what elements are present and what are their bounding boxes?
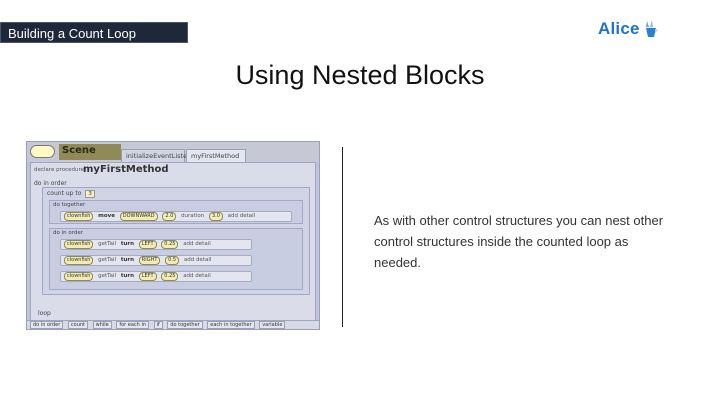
palette-tile[interactable]: count — [67, 321, 89, 329]
control-palette: do in order count while for each in if d… — [27, 320, 319, 329]
method-name: myFirstMethod — [83, 164, 169, 175]
slide-body-text: As with other control structures you can… — [374, 213, 664, 270]
scene-label: Scene — [59, 144, 121, 160]
duration-label: duration — [181, 213, 205, 219]
object-chip: clownfish — [64, 240, 94, 249]
bunny-icon — [645, 20, 658, 37]
palette-tile[interactable]: do together — [167, 321, 203, 329]
turn-statement[interactable]: clownfish getTail turn LEFT 0.25 add det… — [60, 239, 252, 250]
direction-chip[interactable]: DOWNWARD — [119, 212, 158, 221]
move-statement[interactable]: clownfish move DOWNWARD 2.0 duration 3.0… — [60, 211, 292, 222]
amount-chip[interactable]: 0.5 — [165, 256, 180, 265]
direction-chip[interactable]: LEFT — [138, 240, 157, 249]
count-up-to-label: count up to 3 — [47, 190, 95, 198]
getter: getTail — [98, 241, 117, 247]
amount-chip[interactable]: 0.25 — [161, 240, 179, 249]
count-loop-block[interactable]: count up to 3 do together clownfish move… — [42, 187, 310, 295]
amount-chip[interactable]: 0.25 — [161, 272, 179, 281]
scene-selector-button[interactable] — [30, 145, 55, 158]
inner-do-in-order-block[interactable]: do in order clownfish getTail turn LEFT … — [49, 228, 303, 290]
turn-statement[interactable]: clownfish getTail turn RIGHT 0.5 add det… — [60, 255, 252, 266]
do-together-block[interactable]: do together clownfish move DOWNWARD 2.0 … — [49, 200, 303, 224]
turn-statement[interactable]: clownfish getTail turn LEFT 0.25 add det… — [60, 271, 252, 282]
tab-my-first-method[interactable]: myFirstMethod — [186, 149, 246, 162]
add-detail-button[interactable]: add detail — [228, 212, 256, 221]
verb: turn — [120, 273, 134, 279]
palette-tile[interactable]: for each in — [116, 321, 149, 329]
count-keyword: count up to — [47, 190, 82, 197]
inner-do-in-order-label: do in order — [53, 230, 84, 236]
direction-chip[interactable]: LEFT — [138, 272, 157, 281]
verb: turn — [120, 241, 134, 247]
do-together-label: do together — [53, 202, 86, 208]
palette-tile[interactable]: variable — [259, 321, 286, 329]
loop-label: loop — [38, 310, 51, 317]
add-detail-button[interactable]: add detail — [183, 272, 211, 281]
getter: getTail — [98, 273, 117, 279]
alice-logo: Alice — [598, 18, 659, 40]
add-detail-button[interactable]: add detail — [184, 256, 212, 265]
object-chip: clownfish — [64, 212, 94, 221]
palette-tile[interactable]: each in together — [207, 321, 255, 329]
getter: getTail — [98, 257, 117, 263]
direction-chip[interactable]: RIGHT — [138, 256, 161, 265]
duration-chip[interactable]: 3.0 — [208, 212, 223, 221]
amount-chip[interactable]: 2.0 — [162, 212, 177, 221]
palette-tile[interactable]: do in order — [30, 321, 64, 329]
do-in-order-label: do in order — [34, 180, 67, 187]
slide-title: Using Nested Blocks — [235, 60, 485, 90]
count-value[interactable]: 3 — [85, 190, 95, 198]
object-chip: clownfish — [64, 272, 94, 281]
verb: turn — [120, 257, 134, 263]
section-label: Building a Count Loop — [0, 22, 188, 43]
tab-initialize-event-listeners[interactable]: initializeEventListeners — [121, 149, 201, 162]
alice-editor-screenshot: Scene initializeEventListeners myFirstMe… — [26, 141, 320, 330]
declare-procedure-label: declare procedure — [34, 167, 84, 173]
logo-text: Alice — [598, 19, 640, 38]
editor-tab-bar: Scene initializeEventListeners myFirstMe… — [27, 142, 319, 162]
add-detail-button[interactable]: add detail — [183, 240, 211, 249]
code-panel: declare procedure myFirstMethod do in or… — [30, 162, 316, 322]
palette-tile[interactable]: while — [92, 321, 112, 329]
verb: move — [98, 213, 115, 219]
object-chip: clownfish — [64, 256, 94, 265]
divider-line — [342, 147, 343, 327]
palette-tile[interactable]: if — [153, 321, 163, 329]
